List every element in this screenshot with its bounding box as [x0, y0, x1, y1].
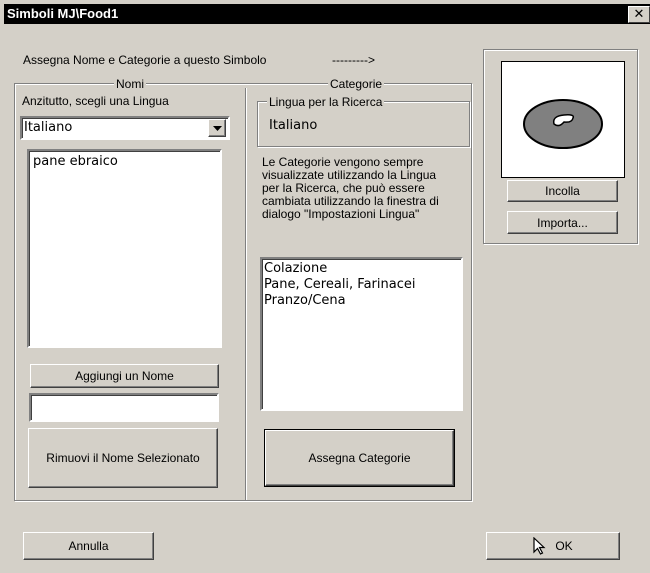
categories-list[interactable]: Colazione Pane, Cereali, Farinacei Pranz… — [260, 257, 463, 411]
paste-button[interactable]: Incolla — [507, 180, 618, 202]
arrow-text: ---------> — [332, 53, 375, 67]
add-name-button[interactable]: Aggiungi un Nome — [30, 364, 219, 388]
cancel-button[interactable]: Annulla — [23, 532, 154, 560]
info-line: dialogo "Impostazioni Lingua" — [262, 207, 420, 221]
assign-categories-button-label: Assegna Categorie — [308, 451, 411, 465]
categories-info: Le Categorie vengono sempre visualizzate… — [262, 156, 467, 221]
close-icon: ✕ — [633, 6, 645, 21]
language-dropdown-button[interactable] — [208, 119, 226, 137]
search-language-legend: Lingua per la Ricerca — [267, 95, 385, 109]
title-bar: Simboli MJ\Food1 — [4, 4, 650, 24]
list-item[interactable]: pane ebraico — [29, 151, 220, 173]
chevron-down-icon — [212, 125, 222, 131]
categorie-legend: Categorie — [328, 77, 385, 91]
cancel-button-label: Annulla — [68, 539, 109, 553]
import-button[interactable]: Importa... — [507, 211, 618, 234]
ok-button-label: OK — [555, 539, 573, 553]
frame-divider — [245, 88, 247, 500]
assign-categories-button[interactable]: Assegna Categorie — [264, 429, 455, 487]
bagel-image — [523, 99, 603, 149]
remove-name-button-label: Rimuovi il Nome Selezionato — [46, 451, 200, 465]
cursor-arrow-icon — [533, 537, 546, 555]
language-select[interactable]: Italiano — [20, 116, 230, 140]
remove-name-button[interactable]: Rimuovi il Nome Selezionato — [28, 428, 218, 488]
ok-button[interactable]: OK — [486, 532, 620, 560]
add-name-button-label: Aggiungi un Nome — [75, 369, 174, 383]
list-item[interactable]: Colazione — [264, 261, 459, 277]
list-item[interactable]: Pane, Cereali, Farinacei — [264, 277, 459, 293]
paste-button-label: Incolla — [545, 184, 580, 198]
new-name-input[interactable] — [29, 393, 219, 422]
search-language-value: Italiano — [269, 118, 318, 133]
list-item[interactable]: Pranzo/Cena — [264, 293, 459, 309]
window-title: Simboli MJ\Food1 — [7, 6, 119, 21]
symbol-preview — [501, 61, 625, 178]
nomi-legend: Nomi — [114, 77, 147, 91]
language-select-value: Italiano — [24, 120, 73, 135]
instruction-text: Assegna Nome e Categorie a questo Simbol… — [23, 53, 267, 67]
import-button-label: Importa... — [537, 215, 588, 230]
names-list[interactable]: pane ebraico — [27, 149, 222, 348]
choose-language-label: Anzitutto, scegli una Lingua — [22, 94, 169, 108]
close-button[interactable]: ✕ — [628, 6, 650, 23]
